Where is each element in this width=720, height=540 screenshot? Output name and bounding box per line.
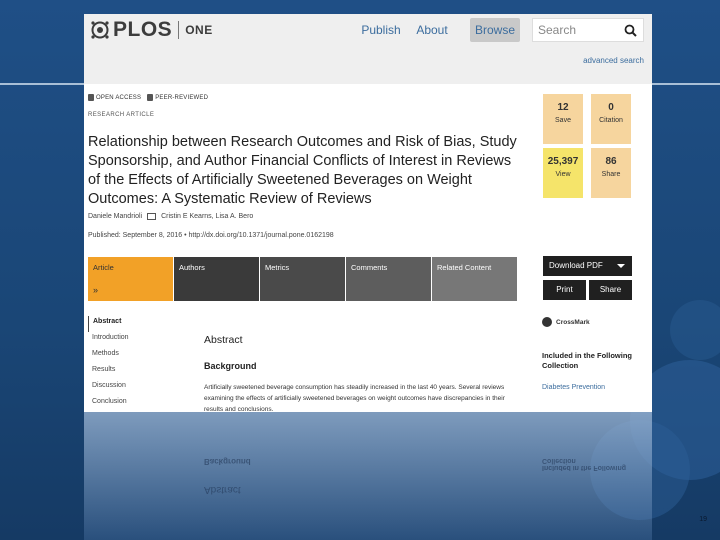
metric-views[interactable]: 25,397 View xyxy=(543,148,583,198)
download-label: Download PDF xyxy=(549,261,603,270)
publication-info: Published: September 8, 2016 • http://dx… xyxy=(88,232,334,239)
article-flags: OPEN ACCESS PEER-REVIEWED xyxy=(88,94,208,101)
metric-shares[interactable]: 86 Share xyxy=(591,148,631,198)
crossmark-icon xyxy=(542,317,552,327)
share-button[interactable]: Share xyxy=(589,280,632,300)
toc-item-conclusion[interactable]: Conclusion xyxy=(88,396,129,412)
metric-value: 12 xyxy=(557,102,569,113)
abstract-text: Artificially sweetened beverage consumpt… xyxy=(204,384,505,412)
tab-article[interactable]: Article » xyxy=(88,257,173,301)
metric-label: Save xyxy=(555,117,571,124)
open-access-flag: OPEN ACCESS xyxy=(88,94,141,101)
nav-publish[interactable]: Publish xyxy=(356,18,406,42)
metric-value: 86 xyxy=(605,156,617,167)
crossmark-badge[interactable]: CrossMark xyxy=(542,317,590,327)
metric-citations[interactable]: 0 Citation xyxy=(591,94,631,144)
reflection-overlay xyxy=(84,412,652,540)
metric-label: Citation xyxy=(599,117,623,124)
tab-metrics[interactable]: Metrics xyxy=(260,257,345,301)
toc-item-results[interactable]: Results xyxy=(88,364,129,380)
toc-item-methods[interactable]: Methods xyxy=(88,348,129,364)
screenshot-reflection: Abstract Background Included in the Foll… xyxy=(84,412,652,540)
article-screenshot: PLOS ONE Publish About Browse Search adv… xyxy=(84,14,652,412)
chevron-down-icon[interactable]: » xyxy=(93,285,98,295)
dropdown-arrow-icon[interactable] xyxy=(617,264,625,268)
search-input[interactable]: Search xyxy=(532,18,644,42)
reflection-included: Included in the Following Collection xyxy=(542,457,626,471)
collections-heading: Included in the Following Collection xyxy=(542,351,632,370)
article-type: RESEARCH ARTICLE xyxy=(88,112,155,118)
author-link[interactable]: Daniele Mandrioli xyxy=(88,213,142,220)
peer-reviewed-flag: PEER-REVIEWED xyxy=(147,94,208,101)
metric-label: View xyxy=(555,171,571,178)
checkmark-icon xyxy=(147,94,154,101)
advanced-search-link[interactable]: advanced search xyxy=(583,56,644,65)
search-icon[interactable] xyxy=(624,24,637,37)
tab-label: Article xyxy=(93,263,114,272)
metric-value: 0 xyxy=(608,102,614,113)
tab-label: Metrics xyxy=(265,263,290,272)
print-button[interactable]: Print xyxy=(543,280,586,300)
journal-name: ONE xyxy=(185,23,213,37)
metric-saves[interactable]: 12 Save xyxy=(543,94,583,144)
plos-logo[interactable]: PLOS ONE xyxy=(90,18,213,42)
logo-divider xyxy=(178,21,180,39)
slide-page-number: 19 xyxy=(699,516,707,523)
collection-link[interactable]: Diabetes Prevention xyxy=(542,384,605,391)
background-heading: Background xyxy=(204,361,257,371)
lock-icon xyxy=(88,94,94,101)
metric-value: 25,397 xyxy=(547,156,579,167)
tab-label: Comments xyxy=(351,263,388,272)
tab-authors[interactable]: Authors xyxy=(174,257,259,301)
tab-comments[interactable]: Comments xyxy=(346,257,431,301)
email-icon[interactable] xyxy=(147,213,157,220)
tab-label: Related Content xyxy=(437,263,492,272)
metric-label: Share xyxy=(601,171,621,178)
download-pdf-button[interactable]: Download PDF xyxy=(543,256,632,276)
abstract-heading: Abstract xyxy=(204,334,243,346)
article-tabs: Article » Authors Metrics Comments Relat… xyxy=(88,257,518,301)
toc-item-discussion[interactable]: Discussion xyxy=(88,380,129,396)
nav-browse[interactable]: Browse xyxy=(470,18,520,42)
author-link[interactable]: Cristin E Kearns, Lisa A. Bero xyxy=(161,213,253,220)
toc-item-introduction[interactable]: Introduction xyxy=(88,332,129,348)
open-access-label: OPEN ACCESS xyxy=(96,94,142,101)
peer-reviewed-label: PEER-REVIEWED xyxy=(155,94,209,101)
author-list: Daniele Mandrioli Cristin E Kearns, Lisa… xyxy=(88,213,253,220)
search-placeholder: Search xyxy=(538,23,577,37)
crossmark-label: CrossMark xyxy=(556,318,590,326)
toc-item-abstract[interactable]: Abstract xyxy=(88,316,129,332)
brand-name: PLOS xyxy=(113,18,173,41)
reflection-background: Background xyxy=(204,457,251,466)
reflection-abstract: Abstract xyxy=(204,484,241,495)
tab-label: Authors xyxy=(179,263,205,272)
plos-logo-icon xyxy=(91,21,109,39)
tab-related-content[interactable]: Related Content xyxy=(432,257,517,301)
table-of-contents: Abstract Introduction Methods Results Di… xyxy=(88,316,129,412)
article-title: Relationship between Research Outcomes a… xyxy=(88,134,517,207)
nav-about[interactable]: About xyxy=(409,18,455,42)
